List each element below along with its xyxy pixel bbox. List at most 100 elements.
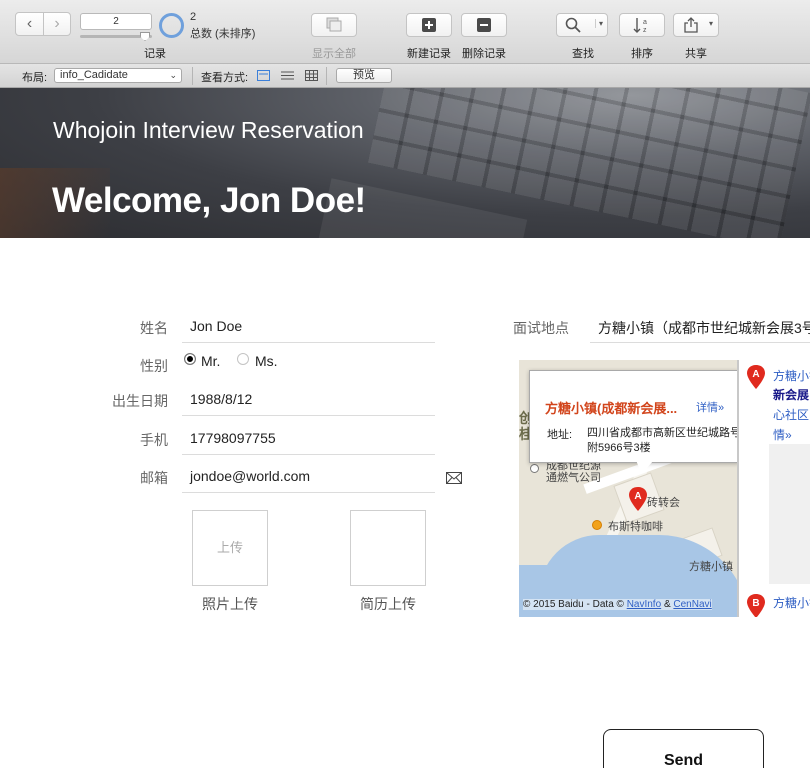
cafe-icon: [592, 520, 602, 530]
delete-record-button[interactable]: [461, 13, 507, 37]
map-poi-label: 砖转会: [647, 497, 680, 509]
sort-button[interactable]: a z: [619, 13, 665, 37]
photo-upload-button[interactable]: 上传: [192, 510, 268, 586]
next-record-button[interactable]: ›: [42, 13, 70, 35]
result-a-details-link[interactable]: 情»: [773, 426, 792, 443]
map-marker-a-letter: A: [634, 491, 641, 502]
hero-subtitle: Whojoin Interview Reservation: [53, 117, 364, 143]
result-marker-b-icon: B: [747, 594, 765, 617]
gender-mr-label[interactable]: Mr.: [201, 353, 220, 369]
gender-label: 性别: [140, 358, 168, 374]
map-poi-gas-company: 成都世纪源通燃气公司: [546, 460, 601, 484]
chevron-down-icon: ⌄: [169, 70, 177, 80]
layout-select-value: info_Cadidate: [60, 69, 128, 81]
result-b-title[interactable]: 方糖小镇: [773, 594, 810, 611]
svg-text:z: z: [643, 27, 647, 33]
result-marker-a-letter: A: [752, 369, 759, 380]
total-status: 总数 (未排序): [190, 28, 256, 40]
name-label: 姓名: [140, 320, 168, 336]
gender-mr-radio[interactable]: [184, 353, 196, 365]
minus-icon: [477, 18, 491, 32]
record-label: 记录: [144, 48, 166, 60]
cennavi-link[interactable]: CenNavi: [673, 599, 711, 610]
show-all-button[interactable]: [311, 13, 357, 37]
sort-az-icon: a z: [633, 18, 647, 33]
phone-label: 手机: [140, 432, 168, 448]
result-a-subtitle: 新会展: [773, 388, 810, 402]
map-copyright-prefix: © 2015 Baidu - Data ©: [523, 599, 624, 610]
delete-record-label: 删除记录: [462, 48, 506, 60]
map-copyright: © 2015 Baidu - Data © NavInfo & CenNavi: [523, 599, 712, 610]
chevron-down-icon: ▾: [708, 19, 713, 28]
chevron-right-icon: ›: [54, 15, 60, 32]
popup-details-link[interactable]: 详情»: [696, 399, 724, 415]
map-result-panel[interactable]: A 方糖小镇 新会展 心社区附 情» B 方糖小镇: [737, 360, 810, 617]
svg-text:a: a: [643, 19, 647, 26]
gender-ms-radio[interactable]: [237, 353, 249, 365]
layout-select[interactable]: info_Cadidate ⌄: [54, 68, 182, 83]
name-underline: [182, 342, 435, 343]
record-navigation: ‹ ›: [15, 12, 71, 36]
hero-title: Welcome, Jon Doe!: [52, 181, 366, 220]
phone-field[interactable]: 17798097755: [190, 430, 276, 446]
find-label: 查找: [572, 48, 594, 60]
view-as-label: 查看方式:: [201, 72, 249, 84]
email-field[interactable]: jondoe@world.com: [190, 468, 310, 484]
popup-address-label: 地址:: [547, 429, 573, 441]
popup-title[interactable]: 方糖小镇(成都新会展...: [545, 398, 677, 417]
share-label: 共享: [685, 48, 707, 60]
total-count: 2: [190, 11, 197, 23]
record-slider-thumb[interactable]: [140, 32, 150, 41]
photo-upload-label: 照片上传: [202, 596, 258, 612]
record-number-input[interactable]: 2: [80, 13, 152, 30]
show-all-label: 显示全部: [312, 48, 356, 60]
table-view-icon[interactable]: [305, 70, 318, 81]
result-a-text: 心社区附: [773, 408, 810, 422]
preview-button[interactable]: 预览: [336, 68, 392, 83]
navinfo-link[interactable]: NavInfo: [627, 599, 661, 610]
share-button[interactable]: ▾: [673, 13, 719, 37]
layout-label: 布局:: [22, 72, 48, 84]
map-poi-fangtang: 方糖小镇: [689, 561, 733, 573]
toolbar: ‹ › 2 记录 2 总数 (未排序) 显示全部 新建记录 删除记录 ▾ 查找 …: [0, 0, 810, 64]
birth-date-underline: [182, 415, 435, 416]
chevron-left-icon: ‹: [26, 15, 33, 32]
map-poi-icon: [530, 464, 539, 473]
divider: [326, 67, 327, 85]
location-label: 面试地点: [513, 320, 569, 336]
result-a-title[interactable]: 方糖小镇: [773, 367, 810, 384]
map-marker-a-icon[interactable]: A: [629, 487, 647, 511]
form-view-icon[interactable]: [257, 70, 270, 81]
map-poi-cafe: 布斯特咖啡: [608, 521, 663, 533]
hero-banner: Whojoin Interview Reservation Welcome, J…: [0, 88, 810, 238]
share-icon: [684, 17, 698, 33]
list-view-icon[interactable]: [281, 70, 294, 81]
map[interactable]: 创桂 成都世纪源通燃气公司 砖转会 布斯特咖啡 方糖小镇 A 方糖小镇(成都新会…: [519, 360, 810, 617]
chevron-down-icon[interactable]: ▾: [594, 19, 603, 28]
name-field[interactable]: Jon Doe: [190, 318, 242, 334]
phone-underline: [182, 454, 435, 455]
divider: [192, 67, 193, 85]
mail-icon[interactable]: [446, 472, 462, 484]
resume-upload-label: 简历上传: [360, 596, 416, 612]
location-underline: [590, 342, 810, 343]
map-info-popup: 方糖小镇(成都新会展... 详情» 地址: 四川省成都市高新区世纪城路号附596…: [529, 370, 741, 463]
birth-date-label: 出生日期: [112, 393, 168, 409]
previous-record-button[interactable]: ‹: [16, 13, 43, 35]
result-a-address-block: [769, 444, 810, 584]
birth-date-field[interactable]: 1988/8/12: [190, 391, 252, 407]
result-marker-a-icon: A: [747, 365, 765, 389]
map-district-label: 创桂: [519, 410, 533, 442]
gender-ms-label[interactable]: Ms.: [255, 353, 278, 369]
email-label: 邮箱: [140, 470, 168, 486]
show-all-icon: [326, 17, 342, 32]
popup-address-value: 四川省成都市高新区世纪城路号附5966号3楼: [587, 427, 741, 454]
resume-upload-button[interactable]: [350, 510, 426, 586]
location-field[interactable]: 方糖小镇（成都市世纪城新会展3号: [598, 318, 810, 338]
new-record-button[interactable]: [406, 13, 452, 37]
email-underline: [182, 492, 435, 493]
send-button[interactable]: Send: [603, 729, 764, 768]
find-button[interactable]: ▾: [556, 13, 608, 37]
plus-icon: [422, 18, 436, 32]
map-copyright-amp: &: [663, 599, 671, 610]
